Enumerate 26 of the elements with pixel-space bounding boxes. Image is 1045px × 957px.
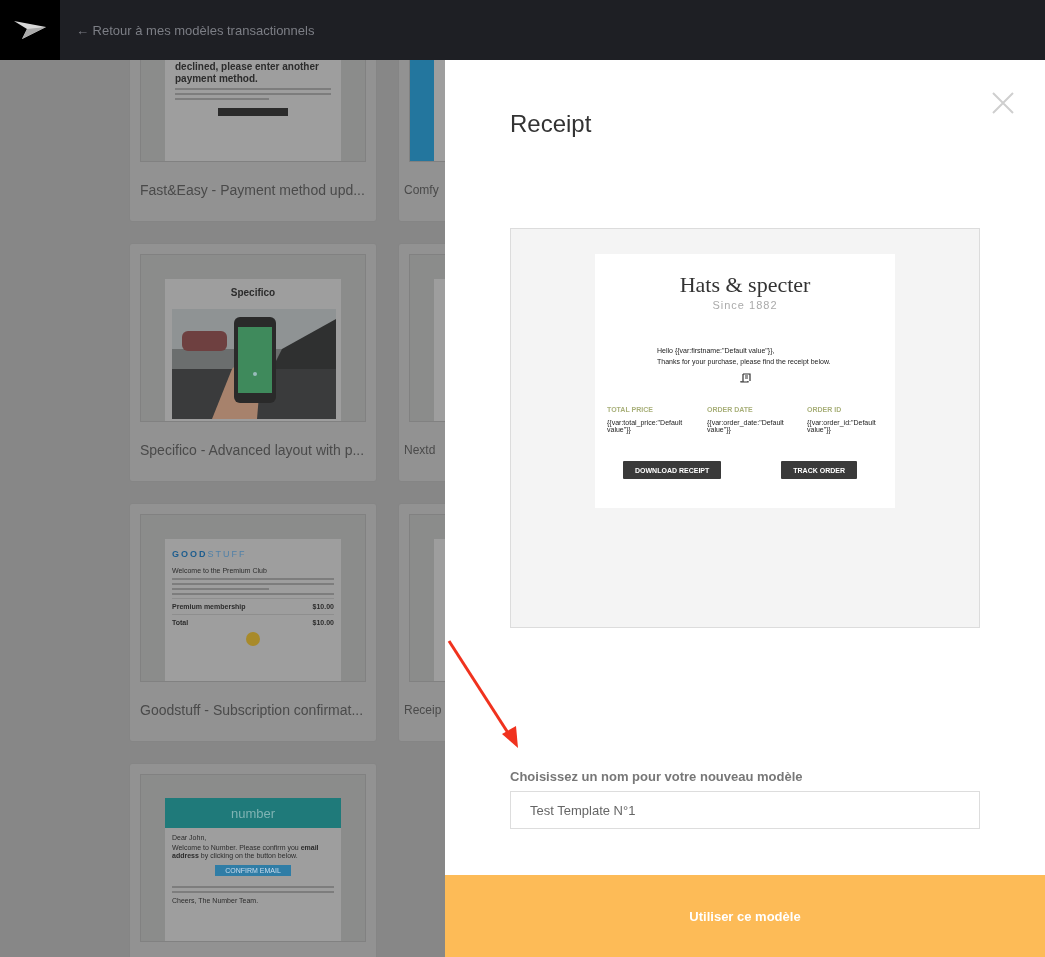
template-title: Nextd — [404, 441, 437, 459]
coin-icon — [246, 632, 260, 646]
email-button — [218, 108, 288, 116]
email-brand: number — [230, 805, 276, 821]
modal-title: Receipt — [510, 110, 593, 138]
template-title: Comfy — [404, 181, 440, 199]
template-title: Specifico - Advanced layout with p... — [140, 440, 366, 460]
back-link[interactable]: ← Retour à mes modèles transactionnels — [76, 22, 315, 38]
template-card[interactable]: Nextd — [398, 243, 445, 482]
template-card[interactable]: Comfy — [398, 60, 445, 222]
field-label: Choisissez un nom pour votre nouveau modèle — [510, 769, 804, 784]
email-brand: Specifico — [229, 287, 277, 299]
paper-plane-icon — [13, 19, 47, 41]
template-card[interactable]: Receip — [398, 503, 445, 742]
template-title: Receip — [404, 701, 443, 719]
template-title: Goodstuff - Subscription confirmat... — [140, 700, 365, 720]
app-logo[interactable] — [0, 0, 60, 60]
template-card[interactable]: Specifico Specifico - Advanced layout with p... — [129, 243, 377, 482]
email-tagline: Since 1882 — [711, 299, 779, 311]
email-brand: GOODSTUFF — [172, 549, 248, 559]
email-heading: declined, please enter another payment method. — [175, 61, 320, 85]
template-title: Fast&Easy - Payment method upd... — [140, 180, 366, 200]
email-brand: Hats & specter — [678, 272, 812, 298]
receipt-icon — [739, 373, 751, 384]
template-card[interactable]: declined, please enter another payment method. Fast&Easy - Payment method upd... — [129, 60, 377, 222]
name-field[interactable]: Test Template N°1 — [510, 791, 980, 829]
